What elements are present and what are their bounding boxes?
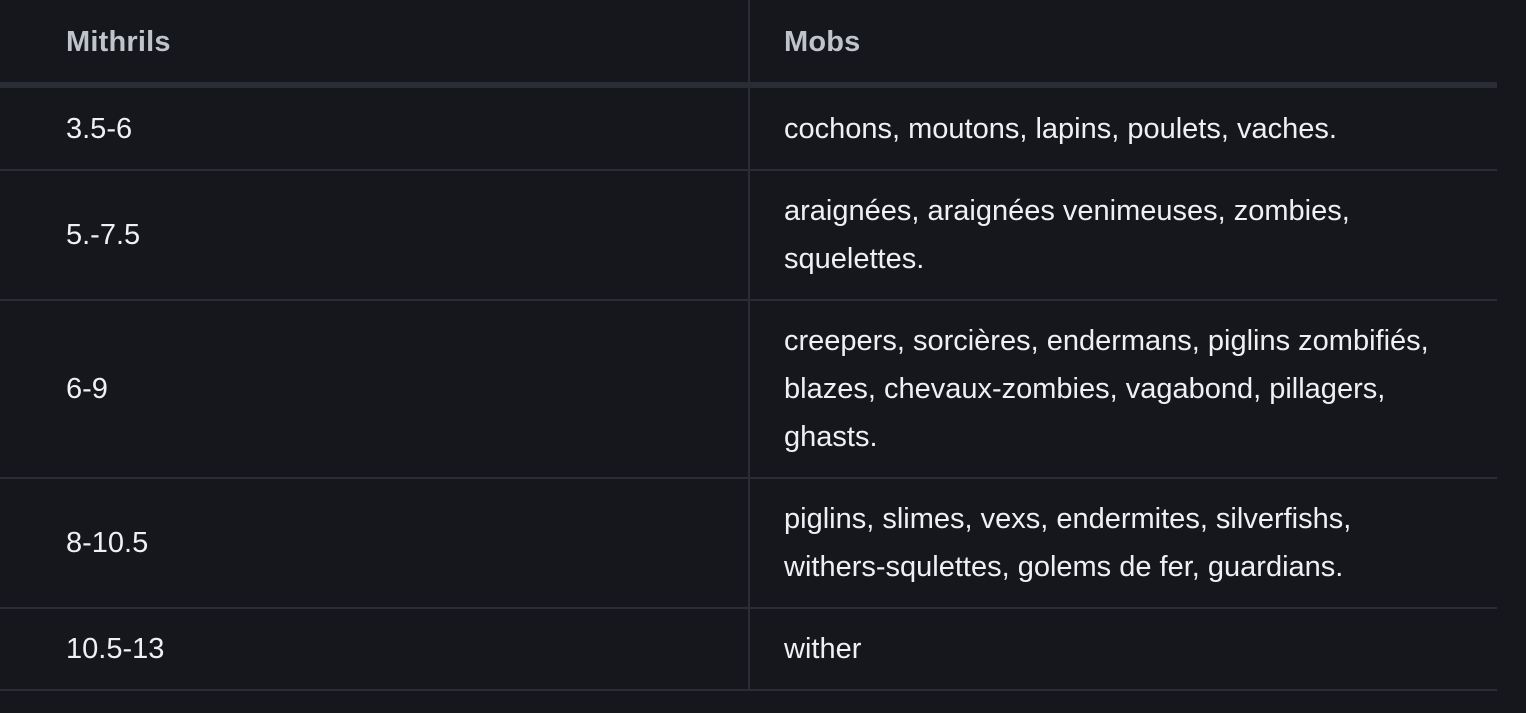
table-row: 10.5-13 wither xyxy=(0,608,1497,691)
mithrils-cell: 5.-7.5 xyxy=(0,170,749,301)
table-row: 5.-7.5 araignées, araignées venimeuses, … xyxy=(0,170,1497,301)
mithrils-cell: 8-10.5 xyxy=(0,478,749,609)
header-row: Mithrils Mobs xyxy=(0,0,1497,88)
mithrils-cell: 10.5-13 xyxy=(0,608,749,691)
mithrils-cell: 6-9 xyxy=(0,300,749,479)
table-body: 3.5-6 cochons, moutons, lapins, poulets,… xyxy=(0,85,1497,691)
mithrils-cell: 3.5-6 xyxy=(0,85,749,171)
mobs-cell: creepers, sorcières, endermans, piglins … xyxy=(748,300,1497,479)
mobs-cell: araignées, araignées venimeuses, zombies… xyxy=(748,170,1497,301)
mobs-cell: piglins, slimes, vexs, endermites, silve… xyxy=(748,478,1497,609)
mobs-cell: wither xyxy=(748,608,1497,691)
mobs-cell: cochons, moutons, lapins, poulets, vache… xyxy=(748,85,1497,171)
table-row: 8-10.5 piglins, slimes, vexs, endermites… xyxy=(0,478,1497,609)
table-row: 3.5-6 cochons, moutons, lapins, poulets,… xyxy=(0,85,1497,171)
header-mithrils: Mithrils xyxy=(0,0,749,88)
table-row: 6-9 creepers, sorcières, endermans, pigl… xyxy=(0,300,1497,479)
table-header: Mithrils Mobs xyxy=(0,0,1497,88)
mithrils-mobs-table: Mithrils Mobs 3.5-6 cochons, moutons, la… xyxy=(0,0,1497,691)
mithrils-table-container: Mithrils Mobs 3.5-6 cochons, moutons, la… xyxy=(0,0,1497,713)
header-mobs: Mobs xyxy=(748,0,1497,88)
